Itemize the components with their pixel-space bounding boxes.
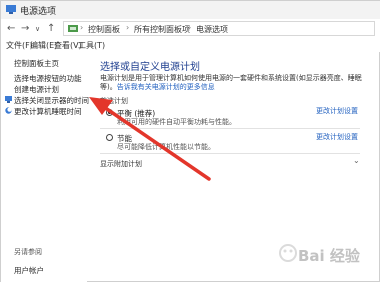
watermark-text: Bai 经验 bbox=[298, 247, 360, 265]
window: 电源选项 ← → ∨ ↑ › 控制面板 › 所有控制面板项 › 电源选项 文件(… bbox=[0, 0, 380, 283]
